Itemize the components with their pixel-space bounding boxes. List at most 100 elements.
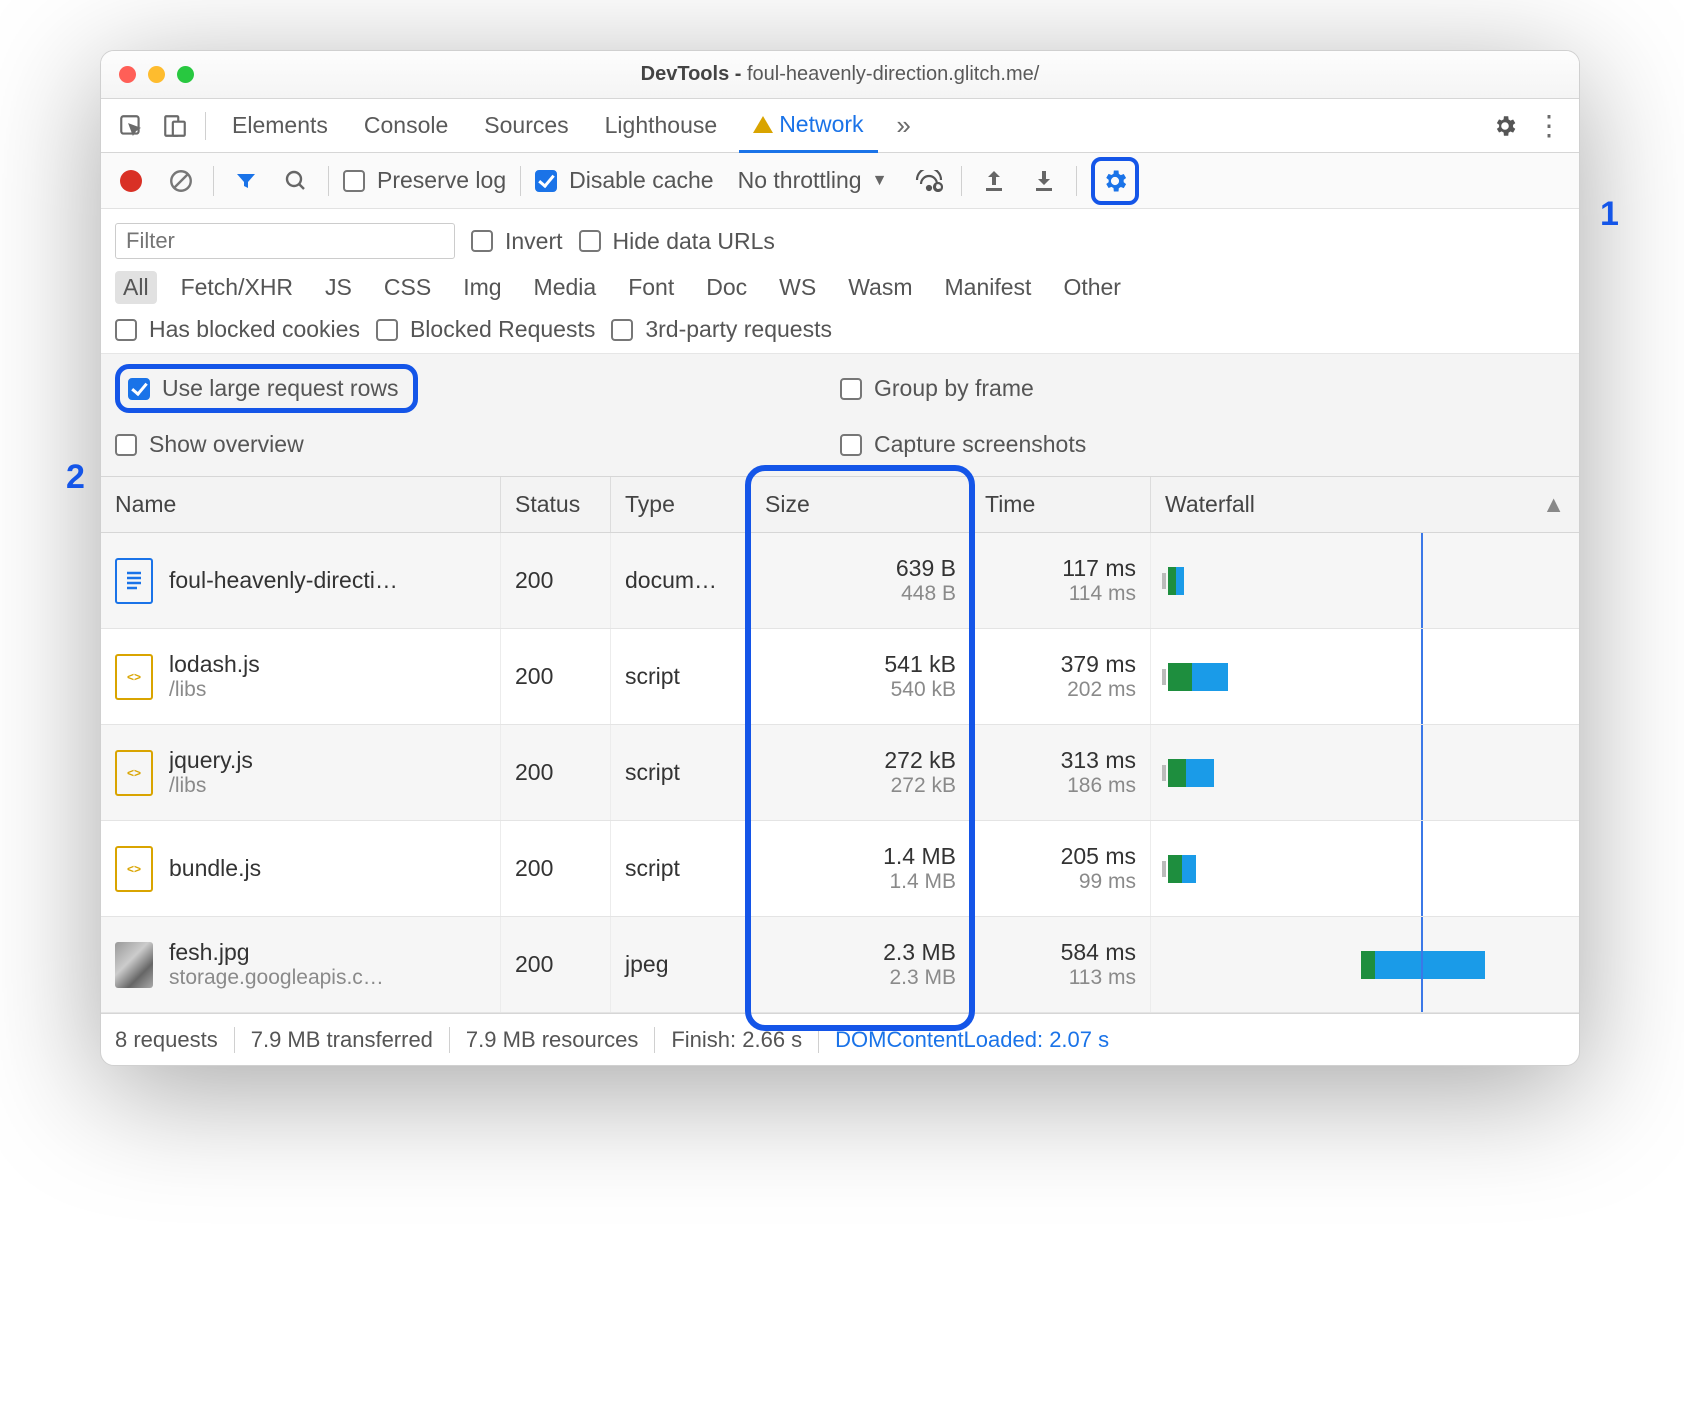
more-tabs-icon[interactable]: » xyxy=(886,108,922,144)
table-row[interactable]: <>bundle.js200script1.4 MB1.4 MB205 ms99… xyxy=(101,821,1579,917)
minimize-window-button[interactable] xyxy=(148,66,165,83)
network-settings-gear-highlight xyxy=(1091,157,1139,205)
download-har-icon[interactable] xyxy=(1026,163,1062,199)
tab-sources[interactable]: Sources xyxy=(470,99,582,152)
filter-css[interactable]: CSS xyxy=(376,271,439,304)
table-row[interactable]: <>lodash.js/libs200script541 kB540 kB379… xyxy=(101,629,1579,725)
col-size[interactable]: Size xyxy=(751,477,971,532)
request-size: 541 kB xyxy=(884,651,956,678)
callout-2: 2 xyxy=(66,458,85,497)
filter-input[interactable] xyxy=(115,223,455,259)
preserve-log-checkbox[interactable]: Preserve log xyxy=(343,167,506,194)
table-row[interactable]: fesh.jpgstorage.googleapis.c…200jpeg2.3 … xyxy=(101,917,1579,1013)
filter-wasm[interactable]: Wasm xyxy=(840,271,920,304)
search-icon[interactable] xyxy=(278,163,314,199)
filter-img[interactable]: Img xyxy=(455,271,509,304)
filter-manifest[interactable]: Manifest xyxy=(937,271,1040,304)
filter-fetch-xhr[interactable]: Fetch/XHR xyxy=(173,271,301,304)
table-row[interactable]: foul-heavenly-directi…200docum…639 B448 … xyxy=(101,533,1579,629)
filter-js[interactable]: JS xyxy=(317,271,360,304)
third-party-requests-checkbox[interactable]: 3rd-party requests xyxy=(611,316,832,343)
chevron-down-icon: ▼ xyxy=(872,172,888,190)
throttling-select[interactable]: No throttling ▼ xyxy=(728,163,898,198)
warning-icon xyxy=(753,116,773,133)
script-icon: <> xyxy=(115,654,153,700)
network-settings-gear-icon[interactable] xyxy=(1097,163,1133,199)
filter-font[interactable]: Font xyxy=(620,271,682,304)
request-time: 584 ms xyxy=(1061,939,1136,966)
tab-console[interactable]: Console xyxy=(350,99,462,152)
kebab-menu-icon[interactable]: ⋮ xyxy=(1531,108,1567,144)
filter-other[interactable]: Other xyxy=(1055,271,1129,304)
separator xyxy=(213,166,214,196)
filter-ws[interactable]: WS xyxy=(771,271,824,304)
waterfall-cell xyxy=(1151,725,1579,820)
col-status[interactable]: Status xyxy=(501,477,611,532)
request-size: 2.3 MB xyxy=(883,939,956,966)
filter-media[interactable]: Media xyxy=(526,271,605,304)
callout-1: 1 xyxy=(1600,195,1619,234)
device-toolbar-icon[interactable] xyxy=(157,108,193,144)
devtools-window: DevTools - foul-heavenly-direction.glitc… xyxy=(100,50,1580,1066)
traffic-lights xyxy=(101,66,194,83)
request-latency: 113 ms xyxy=(1069,966,1136,990)
show-overview-checkbox[interactable]: Show overview xyxy=(115,431,840,458)
summary-transferred: 7.9 MB transferred xyxy=(235,1027,450,1053)
maximize-window-button[interactable] xyxy=(177,66,194,83)
request-time: 313 ms xyxy=(1061,747,1136,774)
resource-type-filters: All Fetch/XHR JS CSS Img Media Font Doc … xyxy=(115,265,1565,310)
separator xyxy=(205,112,206,140)
waterfall-cell xyxy=(1151,629,1579,724)
request-size: 639 B xyxy=(896,555,956,582)
large-request-rows-highlight: Use large request rows xyxy=(115,364,418,413)
request-latency: 99 ms xyxy=(1079,870,1136,894)
request-size: 1.4 MB xyxy=(883,843,956,870)
has-blocked-cookies-checkbox[interactable]: Has blocked cookies xyxy=(115,316,360,343)
hide-data-urls-checkbox[interactable]: Hide data URLs xyxy=(579,228,775,255)
tab-elements[interactable]: Elements xyxy=(218,99,342,152)
filter-all[interactable]: All xyxy=(115,271,157,304)
request-time: 205 ms xyxy=(1061,843,1136,870)
clear-button[interactable] xyxy=(163,163,199,199)
sort-arrow-icon: ▲ xyxy=(1542,491,1565,518)
close-window-button[interactable] xyxy=(119,66,136,83)
col-type[interactable]: Type xyxy=(611,477,751,532)
blocked-requests-checkbox[interactable]: Blocked Requests xyxy=(376,316,595,343)
disable-cache-checkbox[interactable]: Disable cache xyxy=(535,167,713,194)
separator xyxy=(520,166,521,196)
request-name: bundle.js xyxy=(169,855,261,882)
table-row[interactable]: <>jquery.js/libs200script272 kB272 kB313… xyxy=(101,725,1579,821)
network-settings-panel: Use large request rows Group by frame Sh… xyxy=(101,354,1579,477)
window-title: DevTools - foul-heavenly-direction.glitc… xyxy=(101,63,1579,86)
upload-har-icon[interactable] xyxy=(976,163,1012,199)
col-waterfall[interactable]: Waterfall ▲ xyxy=(1151,477,1579,532)
request-status: 200 xyxy=(501,725,611,820)
tab-lighthouse[interactable]: Lighthouse xyxy=(591,99,732,152)
capture-screenshots-checkbox[interactable]: Capture screenshots xyxy=(840,431,1565,458)
network-filter-bar: Invert Hide data URLs All Fetch/XHR JS C… xyxy=(101,209,1579,354)
request-latency: 202 ms xyxy=(1067,678,1136,702)
request-status: 200 xyxy=(501,821,611,916)
image-icon xyxy=(115,942,153,988)
col-name[interactable]: Name xyxy=(101,477,501,532)
network-conditions-icon[interactable] xyxy=(911,163,947,199)
request-name: foul-heavenly-directi… xyxy=(169,567,398,594)
summary-domcontentloaded: DOMContentLoaded: 2.07 s xyxy=(819,1027,1125,1053)
tab-network[interactable]: Network xyxy=(739,100,877,153)
settings-gear-icon[interactable] xyxy=(1487,108,1523,144)
request-time: 117 ms xyxy=(1062,555,1136,582)
col-time[interactable]: Time xyxy=(971,477,1151,532)
inspect-element-icon[interactable] xyxy=(113,108,149,144)
filter-icon[interactable] xyxy=(228,163,264,199)
request-size: 272 kB xyxy=(884,747,956,774)
record-button[interactable] xyxy=(113,163,149,199)
large-request-rows-checkbox[interactable]: Use large request rows xyxy=(128,375,399,402)
filter-doc[interactable]: Doc xyxy=(698,271,755,304)
group-by-frame-checkbox[interactable]: Group by frame xyxy=(840,364,1565,413)
invert-checkbox[interactable]: Invert xyxy=(471,228,563,255)
request-path: storage.googleapis.c… xyxy=(169,966,384,990)
request-size-uncompressed: 540 kB xyxy=(891,678,956,702)
request-size-uncompressed: 272 kB xyxy=(891,774,956,798)
document-icon xyxy=(115,558,153,604)
request-size-uncompressed: 2.3 MB xyxy=(889,966,956,990)
